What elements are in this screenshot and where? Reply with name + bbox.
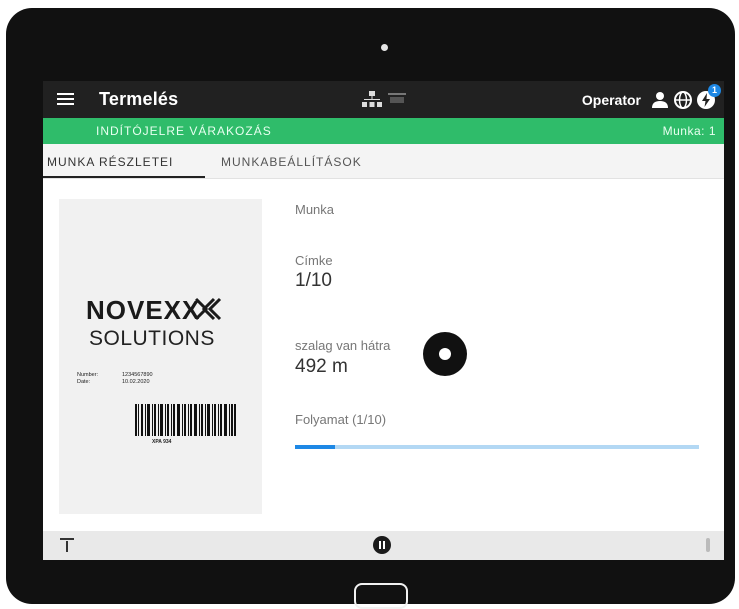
menu-icon[interactable] [57, 93, 74, 106]
status-bar: INDÍTÓJELRE VÁRAKOZÁS Munka: 1 [43, 118, 724, 144]
operator-label[interactable]: Operator [582, 92, 641, 108]
barcode [135, 404, 236, 436]
label-count-label: Címke [295, 253, 333, 268]
home-button[interactable] [354, 583, 408, 609]
globe-icon[interactable] [673, 90, 693, 110]
job-label: Munka [295, 202, 335, 217]
page-title: Termelés [99, 89, 179, 109]
progress-bar-fill [295, 445, 336, 449]
number-label: Number: [77, 372, 99, 378]
job-details: Munka Címke 1/10 szalag van hátra 492 m … [295, 199, 715, 519]
active-tab-indicator [43, 176, 205, 178]
label-count-value: 1/10 [295, 270, 332, 291]
more-handle[interactable] [706, 538, 710, 552]
brand-subtitle: SOLUTIONS [89, 327, 215, 350]
bottom-toolbar [43, 531, 724, 560]
tab-bar: MUNKA RÉSZLETEI MUNKABEÁLLÍTÁSOK [43, 144, 724, 179]
tab-job-settings[interactable]: MUNKABEÁLLÍTÁSOK [221, 155, 362, 169]
number-value: 1234567890 [122, 372, 153, 378]
ribbon-roll-icon [423, 332, 467, 376]
date-label: Date: [77, 379, 91, 385]
printhead-icon[interactable] [60, 537, 74, 553]
tab-job-details[interactable]: MUNKA RÉSZLETEI [47, 155, 173, 169]
user-icon[interactable] [650, 90, 670, 110]
notification-button[interactable]: 1 [696, 84, 721, 110]
app-bar: Termelés Operator 1 [43, 81, 724, 118]
barcode-text: XPA 934 [152, 439, 172, 445]
date-value: 10.02.2020 [122, 379, 150, 385]
tablet-bezel: Termelés Operator 1 INDÍTÓJELRE VÁRAKOZÁ… [6, 8, 735, 609]
ribbon-remaining-label: szalag van hátra [295, 338, 391, 353]
progress-bar [295, 445, 699, 449]
app-screen: Termelés Operator 1 INDÍTÓJELRE VÁRAKOZÁ… [43, 81, 724, 560]
camera-dot [381, 44, 388, 51]
brand-logo: NOVEXX [86, 295, 201, 325]
progress-label: Folyamat (1/10) [295, 412, 387, 427]
brand-mark-icon [194, 297, 222, 321]
label-preview: NOVEXX SOLUTIONS Number: 1234567890 Date… [59, 199, 262, 514]
pause-button[interactable] [373, 536, 391, 554]
machine-state: INDÍTÓJELRE VÁRAKOZÁS [96, 124, 272, 138]
notification-badge: 1 [708, 84, 721, 97]
ribbon-remaining-value: 492 m [295, 356, 348, 377]
current-job: Munka: 1 [662, 124, 716, 138]
network-icon[interactable] [361, 90, 411, 108]
